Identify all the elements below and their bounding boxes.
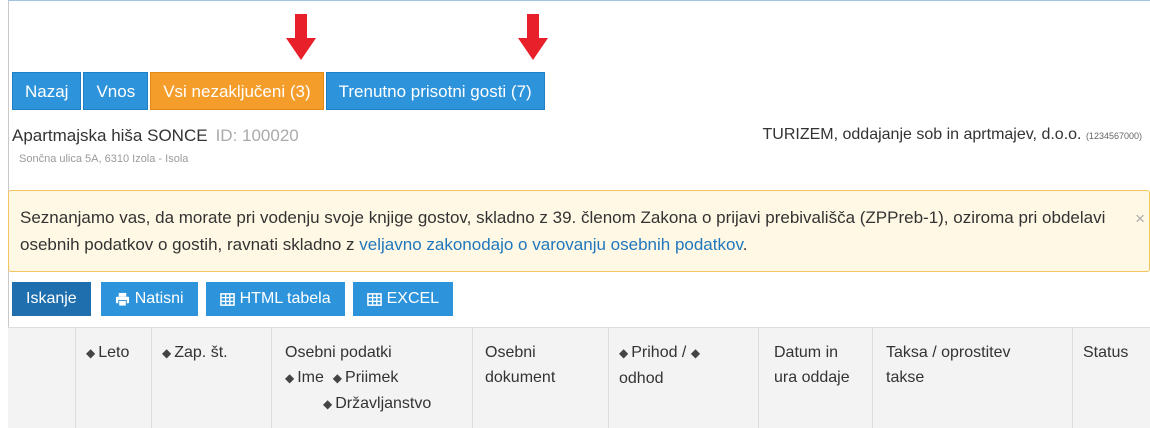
column-rent-datetime: Datum in ura oddaje [759, 328, 873, 428]
excel-button[interactable]: EXCEL [352, 282, 454, 316]
close-icon[interactable]: × [1135, 205, 1145, 232]
personal-data-label: Osebni podatki [285, 344, 392, 361]
business-id: ID: 100020 [215, 126, 299, 145]
entry-button[interactable]: Vnos [83, 72, 149, 110]
sort-icon[interactable]: ◆ [691, 346, 700, 360]
back-button[interactable]: Nazaj [12, 72, 82, 110]
sort-first-name[interactable]: ◆ Ime [285, 369, 324, 386]
column-select [8, 328, 76, 428]
sort-icon[interactable]: ◆ [323, 397, 332, 411]
nav-tabs: Nazaj Vnos Vsi nezaključeni (3) Trenutno… [12, 72, 547, 110]
business-name: Apartmajska hiša SONCE [12, 126, 208, 145]
print-button[interactable]: Natisni [100, 282, 198, 316]
sort-icon[interactable]: ◆ [619, 346, 628, 360]
tax-label: Taksa / oprostitev takse [886, 344, 1011, 386]
toolbar: Iskanje Natisni HTML tabela EXCEL [12, 282, 461, 316]
sort-icon[interactable]: ◆ [333, 371, 342, 385]
company-id: (1234567000) [1085, 131, 1142, 141]
table-icon [219, 292, 235, 306]
company-info: TURIZEM, oddajanje sob in aprtmajev, d.o… [763, 126, 1142, 144]
privacy-law-link[interactable]: veljavno zakonodajo o varovanju osebnih … [359, 235, 742, 254]
tab-all-unclosed[interactable]: Vsi nezaključeni (3) [150, 72, 324, 110]
sort-last-name[interactable]: ◆ Priimek [333, 369, 399, 386]
print-icon [115, 292, 129, 307]
html-table-button[interactable]: HTML tabela [205, 282, 345, 316]
sort-icon[interactable]: ◆ [86, 346, 95, 360]
arrow-down-icon [286, 14, 316, 64]
business-address: Sončna ulica 5A, 6310 Izola - Isola [19, 153, 189, 165]
document-label: Osebni dokument [485, 344, 556, 386]
departure-label: odhod [619, 370, 664, 387]
status-label: Status [1083, 344, 1129, 361]
excel-button-label: EXCEL [386, 290, 440, 307]
table-icon [366, 292, 382, 306]
column-status: Status [1073, 328, 1150, 428]
table-header: ◆ Leto ◆ Zap. št. Osebni podatki ◆ Ime ◆ Pri… [8, 327, 1150, 428]
column-seq-no[interactable]: ◆ Zap. št. [152, 328, 272, 428]
column-document: Osebni dokument [473, 328, 609, 428]
tab-present-guests[interactable]: Trenutno prisotni gosti (7) [325, 72, 545, 110]
business-header: Apartmajska hiša SONCE ID: 100020 [12, 126, 299, 146]
column-year[interactable]: ◆ Leto [76, 328, 152, 428]
sort-icon[interactable]: ◆ [285, 371, 294, 385]
rent-datetime-label: Datum in ura oddaje [774, 344, 850, 386]
print-button-label: Natisni [134, 290, 184, 307]
search-button-label: Iskanje [26, 290, 77, 307]
notice-end: . [742, 235, 748, 254]
privacy-notice: Seznanjamo vas, da morate pri vodenju sv… [8, 190, 1150, 272]
arrow-down-icon [518, 14, 548, 64]
sort-citizenship[interactable]: ◆ Državljanstvo [285, 391, 462, 417]
company-name: TURIZEM, oddajanje sob in aprtmajev, d.o… [762, 126, 1082, 143]
search-button[interactable]: Iskanje [12, 282, 91, 316]
html-table-button-label: HTML tabela [239, 290, 331, 307]
column-personal-data: Osebni podatki ◆ Ime ◆ Priimek ◆ Državljans… [272, 328, 473, 428]
column-tax: Taksa / oprostitev takse [873, 328, 1073, 428]
sort-icon[interactable]: ◆ [162, 346, 171, 360]
column-arrival-departure[interactable]: ◆ Prihod / ◆ odhod [609, 328, 759, 428]
